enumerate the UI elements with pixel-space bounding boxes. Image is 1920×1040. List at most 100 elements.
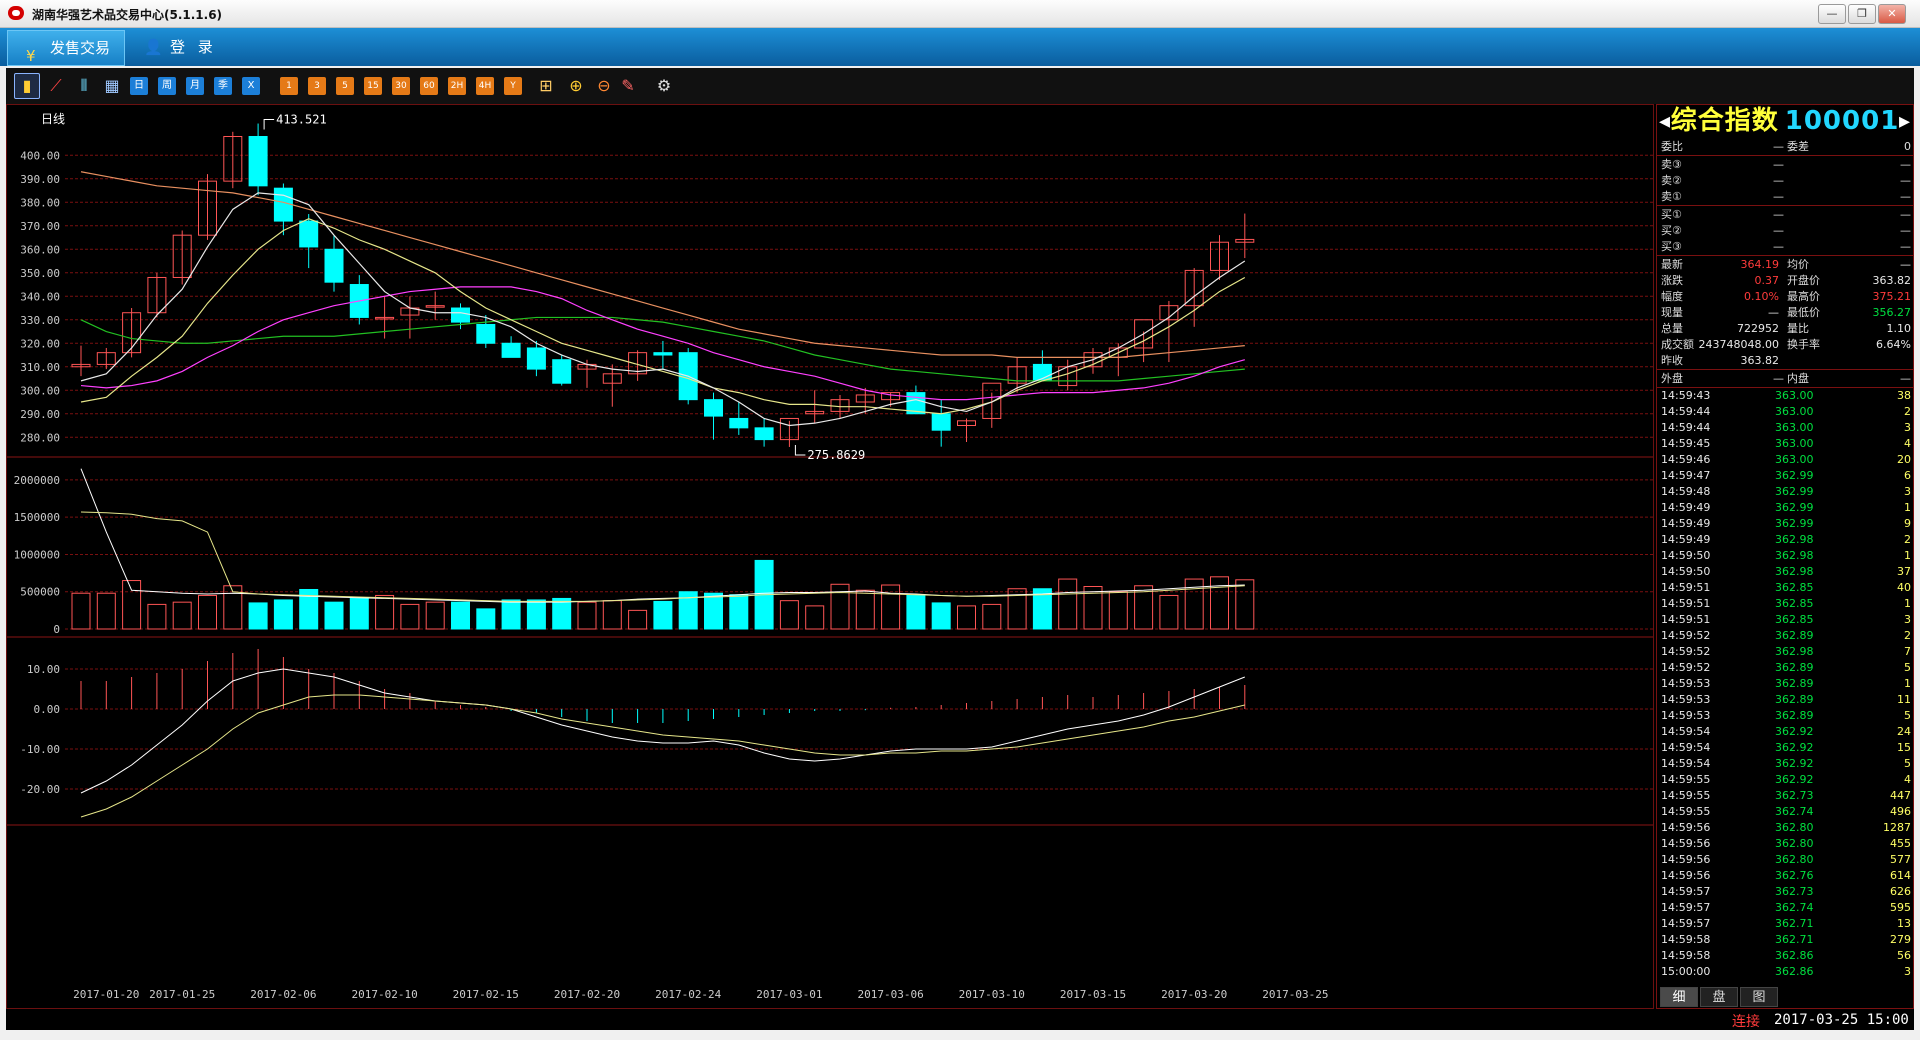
tab-detail[interactable]: 细 <box>1660 987 1698 1007</box>
price-tick-label: 340.00 <box>20 290 60 303</box>
1min-button[interactable]: 1 <box>280 77 298 95</box>
tab-orderbook[interactable]: 盘 <box>1700 987 1738 1007</box>
outer-value: — <box>1773 372 1784 385</box>
4h-button[interactable]: 4H <box>476 77 494 95</box>
volume-bar <box>830 583 850 630</box>
volume-bar <box>1159 594 1179 630</box>
candle-body <box>754 427 774 441</box>
day-period-button[interactable]: 日 <box>130 77 148 95</box>
stat-label: 成交额 <box>1661 338 1694 351</box>
tick-volume: 626 <box>1890 885 1911 898</box>
kline-chart[interactable]: 日线 280.00 290.00 300.00 310.00 320.00 330.00 34… <box>7 105 1653 1008</box>
zoom-out-icon[interactable]: ⊖ <box>594 76 614 96</box>
tick-row: 15:00:00 362.86 3 <box>1661 964 1911 980</box>
prev-symbol-icon[interactable]: ◂ <box>1659 105 1671 138</box>
week-period-button[interactable]: 周 <box>158 77 176 95</box>
quarter-period-button[interactable]: 季 <box>214 77 232 95</box>
maximize-button[interactable]: ❐ <box>1848 4 1876 24</box>
draw-tool-icon[interactable]: ✎ <box>618 76 638 96</box>
crosshair-icon[interactable]: ⊞ <box>536 76 556 96</box>
y-button[interactable]: Y <box>504 77 522 95</box>
connection-status: 连接 <box>1732 1014 1760 1030</box>
status-bar: 连接 2017-03-25 15:00 <box>6 1009 1914 1030</box>
tick-volume: 1 <box>1904 597 1911 610</box>
15min-button[interactable]: 15 <box>364 77 382 95</box>
stat-row: 成交额 243748048.00 换手率 6.64% <box>1661 337 1911 353</box>
date-tick-label: 2017-01-20 <box>73 988 139 1001</box>
stat-label: 涨跌 <box>1661 274 1683 287</box>
zoom-in-icon[interactable]: ⊕ <box>566 76 586 96</box>
tick-price: 363.00 <box>1775 421 1814 434</box>
date-tick-label: 2017-02-15 <box>453 988 519 1001</box>
stat-label: 幅度 <box>1661 290 1683 303</box>
candle-body <box>526 347 546 370</box>
tick-time: 14:59:43 <box>1661 389 1711 402</box>
month-period-button[interactable]: 月 <box>186 77 204 95</box>
price-tick-label: 360.00 <box>20 243 60 256</box>
tick-volume: 447 <box>1890 789 1911 802</box>
tick-volume: 20 <box>1897 453 1911 466</box>
volume-bar <box>628 609 648 630</box>
volume-bar <box>805 605 825 630</box>
tab-sales-trading[interactable]: ¥ 发售交易 <box>7 30 125 66</box>
tick-time: 14:59:55 <box>1661 789 1711 802</box>
window-title: 湖南华强艺术品交易中心(5.1.1.6) <box>32 8 223 22</box>
stat-label: 总量 <box>1661 322 1683 335</box>
stat-label-2: 最低价 <box>1787 306 1820 319</box>
candle-body <box>552 359 572 384</box>
next-symbol-icon[interactable]: ▸ <box>1899 105 1911 138</box>
candlestick-icon[interactable]: ⫴ <box>74 76 94 96</box>
tick-time: 14:59:53 <box>1661 677 1711 690</box>
tick-volume: 3 <box>1904 421 1911 434</box>
symbol-name: 综合指数 <box>1670 106 1779 136</box>
toolbar: ▮ ⟋ ⫴ ▦ 日周月季 X 1 3 5 15 30 60 2H 4H Y ⊞ ⊕ ⊖ ✎ ⚙ <box>6 68 1914 104</box>
stat-value-2: 375.21 <box>1872 290 1912 303</box>
buy-level-label: 买② <box>1661 224 1682 237</box>
line-chart-icon[interactable]: ⟋ <box>46 76 66 96</box>
2h-button[interactable]: 2H <box>448 77 466 95</box>
tick-time: 14:59:49 <box>1661 501 1711 514</box>
3min-button[interactable]: 3 <box>308 77 326 95</box>
tick-price: 362.99 <box>1775 485 1814 498</box>
tab-login-label: 登 录 <box>170 38 217 56</box>
volume-bar <box>855 589 875 630</box>
kline-chart-area[interactable]: 日线 280.00 290.00 300.00 310.00 320.00 330.00 34… <box>6 104 1654 1009</box>
5min-button[interactable]: 5 <box>336 77 354 95</box>
close-button[interactable]: ✕ <box>1878 4 1906 24</box>
settings-gear-icon[interactable]: ⚙ <box>654 76 674 96</box>
stat-label-2: 换手率 <box>1787 338 1820 351</box>
volume-bar <box>1058 578 1078 630</box>
tick-volume: 24 <box>1897 725 1911 738</box>
tick-time: 14:59:58 <box>1661 933 1711 946</box>
divider <box>1657 155 1913 156</box>
year-period-button[interactable]: X <box>242 77 260 95</box>
30min-button[interactable]: 30 <box>392 77 410 95</box>
tick-row: 14:59:46 363.00 20 <box>1661 452 1911 468</box>
stat-row: 最新 364.19 均价 — <box>1661 257 1911 273</box>
sell-level-label: 卖② <box>1661 174 1682 187</box>
macd-tick-label: 0.00 <box>34 703 61 716</box>
tab-sales-trading-label: 发售交易 <box>50 39 111 57</box>
tick-price: 362.73 <box>1775 885 1814 898</box>
bar-chart-icon[interactable]: ▮ <box>14 73 40 99</box>
tick-volume: 1287 <box>1883 821 1911 834</box>
tick-row: 14:59:52 362.89 2 <box>1661 628 1911 644</box>
tab-login[interactable]: 👤 登 录 <box>140 30 240 66</box>
date-tick-label: 2017-03-25 <box>1262 988 1328 1001</box>
minimize-button[interactable]: — <box>1818 4 1846 24</box>
tick-price: 362.71 <box>1775 917 1814 930</box>
volume-bar <box>375 594 395 630</box>
tick-price: 362.89 <box>1775 661 1814 674</box>
tick-time: 14:59:51 <box>1661 597 1711 610</box>
date-tick-label: 2017-01-25 <box>149 988 215 1001</box>
60min-button[interactable]: 60 <box>420 77 438 95</box>
tab-chart[interactable]: 图 <box>1740 987 1778 1007</box>
tick-row: 14:59:57 362.71 13 <box>1661 916 1911 932</box>
title-bar: 湖南华强艺术品交易中心(5.1.1.6) — ❐ ✕ <box>0 0 1920 28</box>
sell-level-price: — <box>1773 190 1784 203</box>
tick-price: 362.85 <box>1775 613 1814 626</box>
max-marker <box>263 119 275 130</box>
stat-label: 最新 <box>1661 258 1683 271</box>
calendar-icon[interactable]: ▦ <box>102 76 122 96</box>
tick-volume: 3 <box>1904 965 1911 978</box>
